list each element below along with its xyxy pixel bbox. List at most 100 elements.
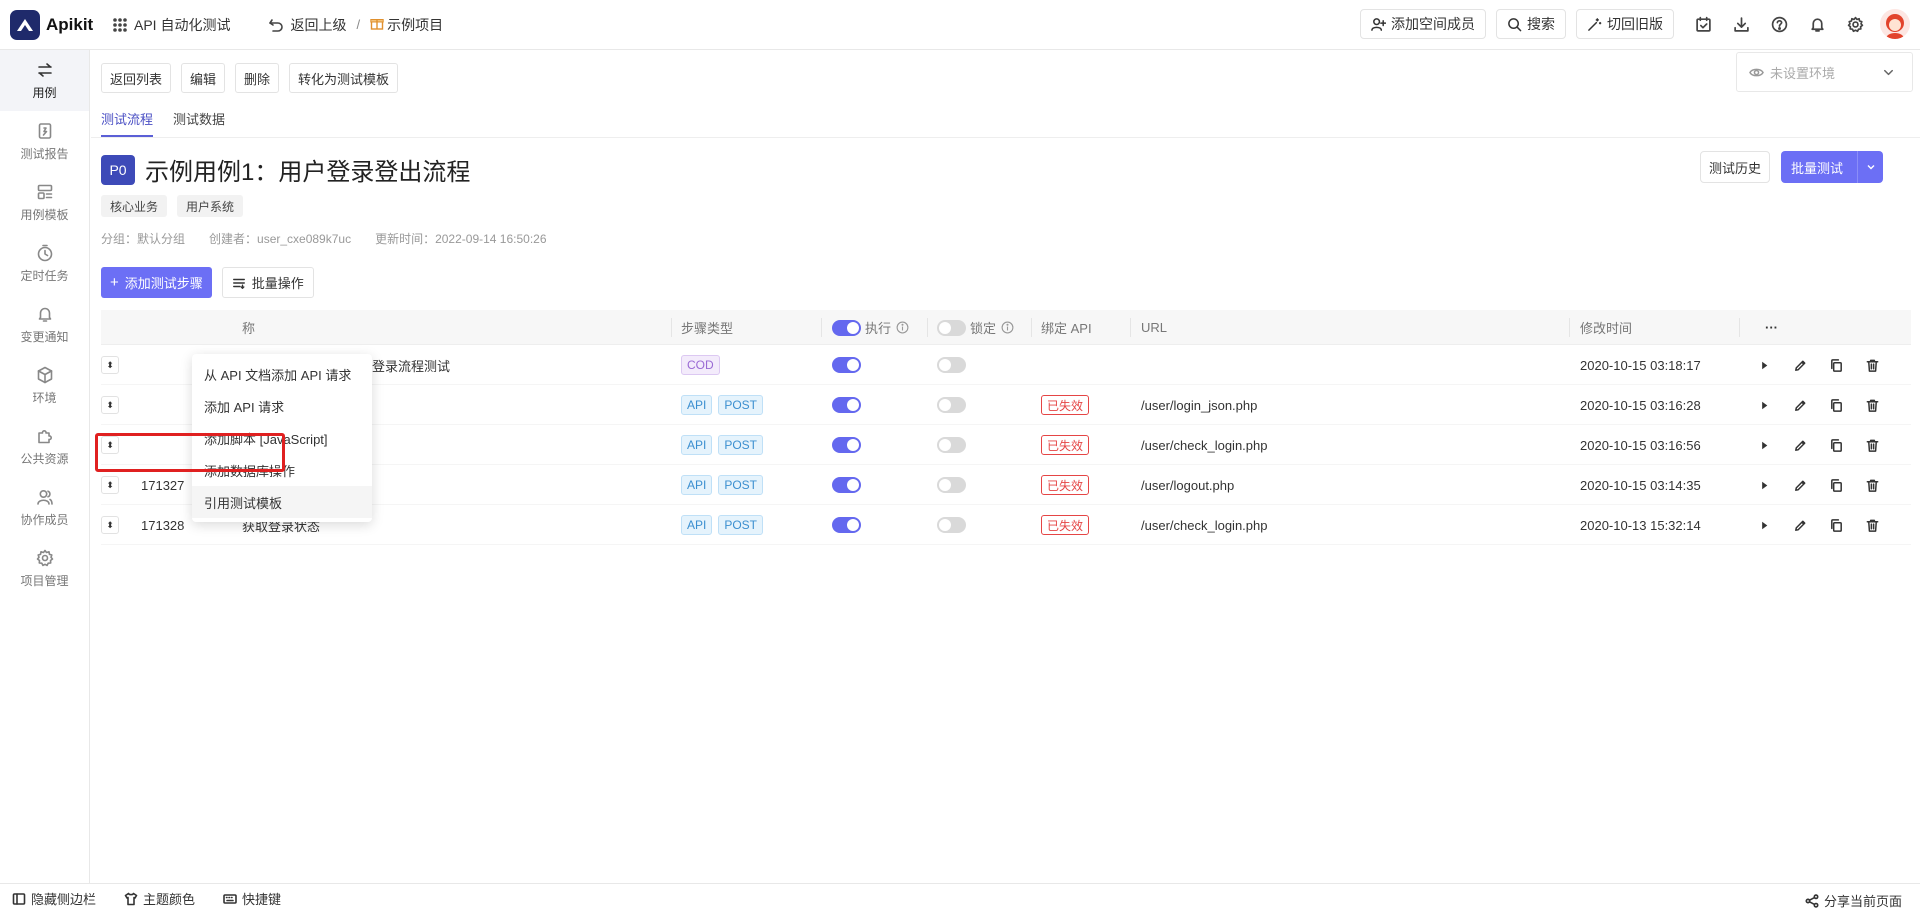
copy-row-button[interactable] xyxy=(1818,478,1854,493)
trash-icon xyxy=(1866,519,1878,532)
theme-color-button[interactable]: 主题颜色 xyxy=(124,889,195,908)
row-lock xyxy=(937,425,966,465)
back-list-button[interactable]: 返回列表 xyxy=(101,63,172,93)
run-button[interactable] xyxy=(1746,478,1782,493)
switch-old-button[interactable]: 切回旧版 xyxy=(1576,9,1674,39)
table-row[interactable]: ⬍ 录状态 APIPOST 已失效 /user/check_login.php … xyxy=(101,425,1911,465)
menu-item-from-api-doc[interactable]: 从 API 文档添加 API 请求 xyxy=(192,358,372,390)
logo[interactable]: Apikit xyxy=(0,9,100,40)
help-button[interactable] xyxy=(1760,9,1798,39)
bulk-operation-button[interactable]: 批量操作 xyxy=(221,267,314,298)
header-more-button[interactable]: ··· xyxy=(1765,310,1778,345)
menu-item-add-script[interactable]: 添加脚本 [JavaScript] xyxy=(192,422,372,454)
run-button[interactable] xyxy=(1746,358,1782,373)
tabs-divider xyxy=(91,137,1920,138)
edit-row-button[interactable] xyxy=(1782,438,1818,453)
execute-toggle[interactable] xyxy=(832,437,861,453)
sidebar-item-environment[interactable]: 环境 xyxy=(0,355,89,416)
settings-button[interactable] xyxy=(1836,9,1874,39)
calendar-button[interactable] xyxy=(1684,9,1722,39)
sidebar-item-templates[interactable]: 用例模板 xyxy=(0,172,89,233)
batch-test-dropdown[interactable] xyxy=(1858,161,1883,173)
menu-item-add-api-request[interactable]: 添加 API 请求 xyxy=(192,390,372,422)
row-step-types: API POST xyxy=(681,425,769,465)
share-page-button[interactable]: 分享当前页面 xyxy=(1805,891,1902,910)
copy-row-button[interactable] xyxy=(1818,398,1854,413)
copy-icon xyxy=(1830,438,1842,452)
download-button[interactable] xyxy=(1722,9,1760,39)
sidebar-item-scheduled-tasks[interactable]: 定时任务 xyxy=(0,233,89,294)
workspace-switcher[interactable]: API 自动化测试 xyxy=(112,15,230,35)
execute-toggle[interactable] xyxy=(832,397,861,413)
lock-toggle[interactable] xyxy=(937,477,966,493)
lock-toggle[interactable] xyxy=(937,397,966,413)
delete-row-button[interactable] xyxy=(1854,398,1890,413)
delete-row-button[interactable] xyxy=(1854,518,1890,533)
execute-all-toggle[interactable] xyxy=(832,319,861,336)
tab-test-data[interactable]: 测试数据 xyxy=(173,109,225,137)
copy-row-button[interactable] xyxy=(1818,438,1854,453)
run-button[interactable] xyxy=(1746,398,1782,413)
edit-row-button[interactable] xyxy=(1782,518,1818,533)
notification-button[interactable] xyxy=(1798,9,1836,39)
menu-item-reference-template[interactable]: 引用测试模板 xyxy=(192,486,372,518)
execute-toggle[interactable] xyxy=(832,477,861,493)
batch-test-button[interactable]: 批量测试 xyxy=(1781,151,1883,183)
avatar[interactable] xyxy=(1880,9,1910,39)
lock-toggle[interactable] xyxy=(937,437,966,453)
table-header: 称 步骤类型 执行 锁定 绑定 API URL 修改时间 ··· xyxy=(101,310,1911,345)
table-row[interactable]: ⬍ 171328 获取登录状态 API POST 已失效 /user/check_… xyxy=(101,505,1911,545)
sort-handle-icon[interactable]: ⬍ xyxy=(101,516,119,534)
table-row[interactable]: ⬍ 下面是一个简单的用户登录流程测试 COD 2020-10-15 03:18:… xyxy=(101,345,1911,385)
delete-row-button[interactable] xyxy=(1854,438,1890,453)
sidebar-item-change-notify[interactable]: 变更通知 xyxy=(0,294,89,355)
copy-row-button[interactable] xyxy=(1818,518,1854,533)
header-execute[interactable]: 执行 xyxy=(832,310,909,345)
execute-toggle[interactable] xyxy=(832,517,861,533)
sidebar-item-public-resources[interactable]: 公共资源 xyxy=(0,416,89,477)
table-row[interactable]: ⬍ 171327 退出登录 APIPOST 已失效 /user/logout.p… xyxy=(101,465,1911,505)
sidebar-item-cases[interactable]: 用例 xyxy=(0,50,89,111)
share-icon xyxy=(1805,893,1819,908)
edit-row-button[interactable] xyxy=(1782,478,1818,493)
header-name: 称 xyxy=(242,321,256,336)
menu-item-add-db-operation[interactable]: 添加数据库操作 xyxy=(192,454,372,486)
delete-row-button[interactable] xyxy=(1854,358,1890,373)
table-row[interactable]: ⬍ 录（JSON参数） APIPOST 已失效 /user/login_json… xyxy=(101,385,1911,425)
delete-row-button[interactable] xyxy=(1854,478,1890,493)
lock-all-toggle[interactable] xyxy=(937,319,966,336)
shortcuts-button[interactable]: 快捷键 xyxy=(223,889,281,908)
back-up-button[interactable]: 返回上级 xyxy=(268,15,346,35)
execute-toggle[interactable] xyxy=(832,357,861,373)
search-button[interactable]: 搜索 xyxy=(1496,9,1566,39)
hide-sidebar-button[interactable]: 隐藏侧边栏 xyxy=(12,889,96,908)
header-lock-label: 锁定 xyxy=(970,321,997,336)
add-step-button[interactable]: + 添加测试步骤 xyxy=(101,267,212,298)
sort-handle-icon[interactable]: ⬍ xyxy=(101,356,119,374)
add-member-button[interactable]: 添加空间成员 xyxy=(1360,9,1486,39)
sidebar-item-reports[interactable]: 测试报告 xyxy=(0,111,89,172)
copy-row-button[interactable] xyxy=(1818,358,1854,373)
environment-select[interactable]: 未设置环境 xyxy=(1736,52,1913,92)
run-button[interactable] xyxy=(1746,438,1782,453)
edit-button[interactable]: 编辑 xyxy=(181,63,226,93)
test-history-button[interactable]: 测试历史 xyxy=(1700,151,1771,183)
breadcrumb-project[interactable]: 示例项目 xyxy=(370,15,443,35)
sidebar-item-members[interactable]: 协作成员 xyxy=(0,477,89,538)
sort-handle-icon[interactable]: ⬍ xyxy=(101,476,119,494)
sort-handle-icon[interactable]: ⬍ xyxy=(101,396,119,414)
step-type-badge: API xyxy=(681,475,713,495)
lock-toggle[interactable] xyxy=(937,357,966,373)
lock-toggle[interactable] xyxy=(937,517,966,533)
sidebar-item-project-settings[interactable]: 项目管理 xyxy=(0,538,89,599)
sort-handle-icon[interactable]: ⬍ xyxy=(101,436,119,454)
convert-template-button[interactable]: 转化为测试模板 xyxy=(289,63,399,93)
edit-row-button[interactable] xyxy=(1782,358,1818,373)
hide-sidebar-label: 隐藏侧边栏 xyxy=(31,892,97,907)
edit-row-button[interactable] xyxy=(1782,398,1818,413)
delete-button[interactable]: 删除 xyxy=(235,63,280,93)
calendar-icon xyxy=(1695,16,1711,32)
tab-test-flow[interactable]: 测试流程 xyxy=(101,109,154,137)
header-lock[interactable]: 锁定 xyxy=(937,310,1014,345)
run-button[interactable] xyxy=(1746,518,1782,533)
